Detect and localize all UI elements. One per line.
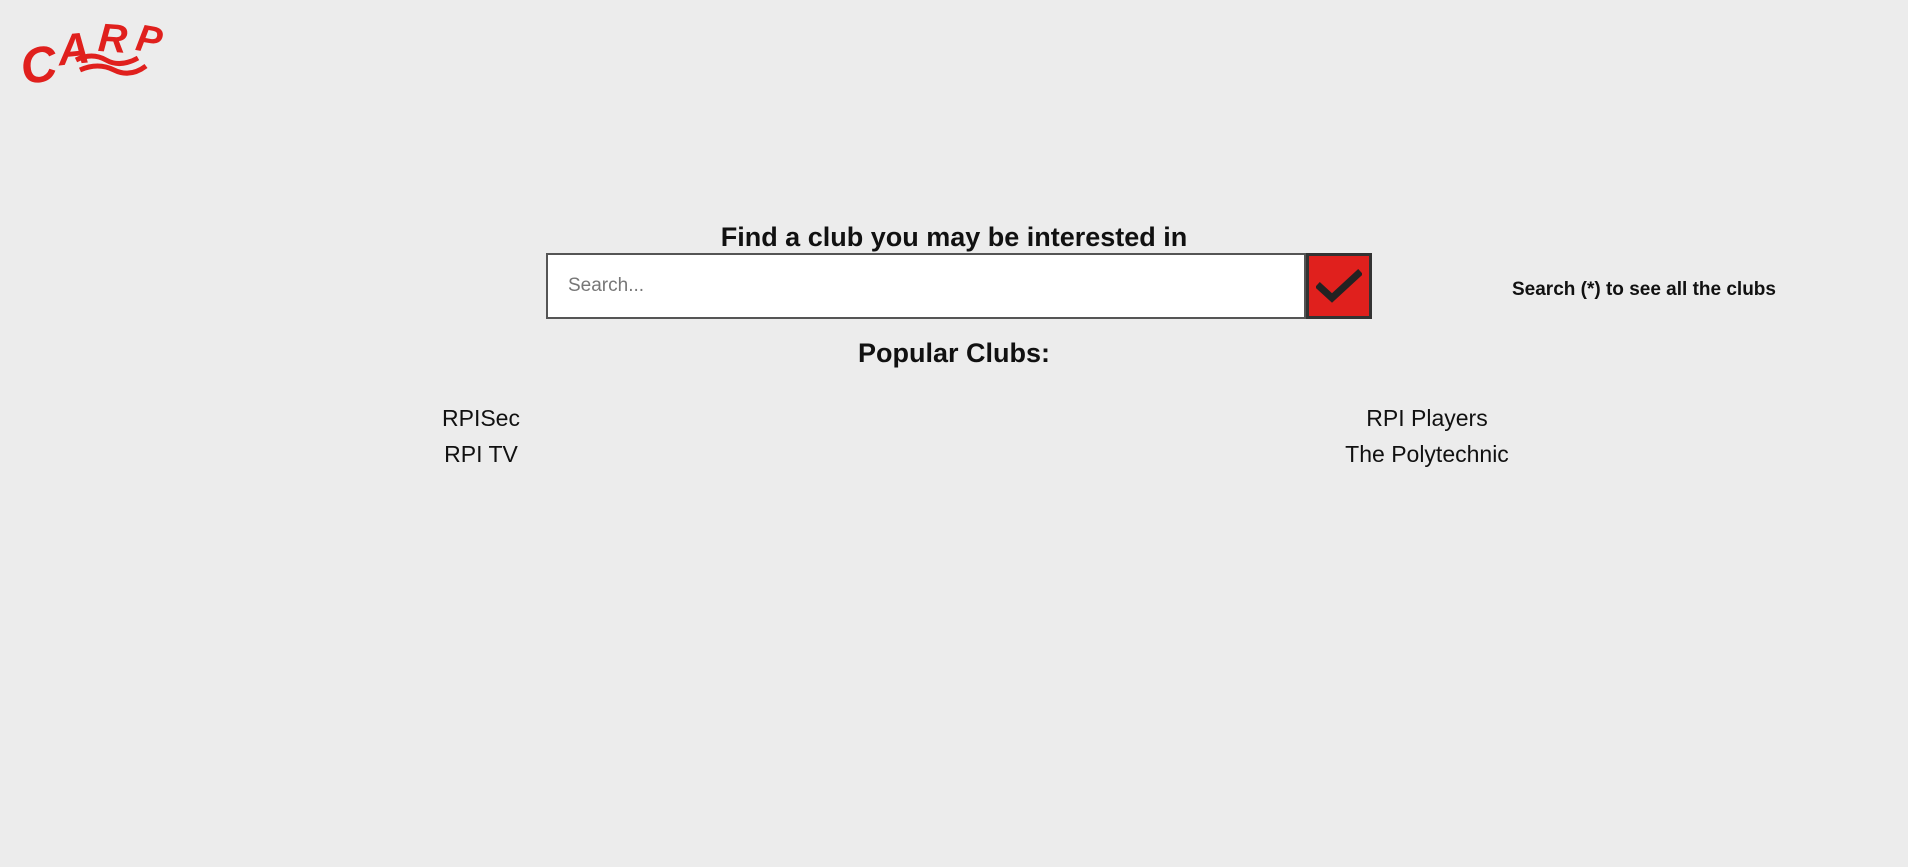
club-link[interactable]: The Polytechnic: [1227, 436, 1627, 472]
svg-text:C: C: [18, 34, 62, 90]
svg-text:R: R: [97, 16, 129, 62]
carp-logo[interactable]: C A R P: [18, 12, 184, 90]
search-button[interactable]: [1306, 253, 1372, 319]
search-heading: Find a club you may be interested in: [720, 222, 1188, 252]
checkmark-icon: [1316, 269, 1362, 303]
club-link[interactable]: RPISec: [281, 400, 681, 436]
club-link[interactable]: RPI TV: [281, 436, 681, 472]
popular-clubs-heading: Popular Clubs:: [857, 338, 1050, 368]
search-bar: [546, 253, 1372, 319]
popular-clubs-left-column: RPISec RPI TV: [281, 400, 681, 472]
popular-clubs-right-column: RPI Players The Polytechnic: [1227, 400, 1627, 472]
svg-text:P: P: [133, 17, 166, 63]
carp-logo-image: C A R P: [18, 16, 166, 90]
search-hint: Search (*) to see all the clubs: [1512, 279, 1776, 300]
search-input[interactable]: [546, 253, 1306, 319]
club-link[interactable]: RPI Players: [1227, 400, 1627, 436]
